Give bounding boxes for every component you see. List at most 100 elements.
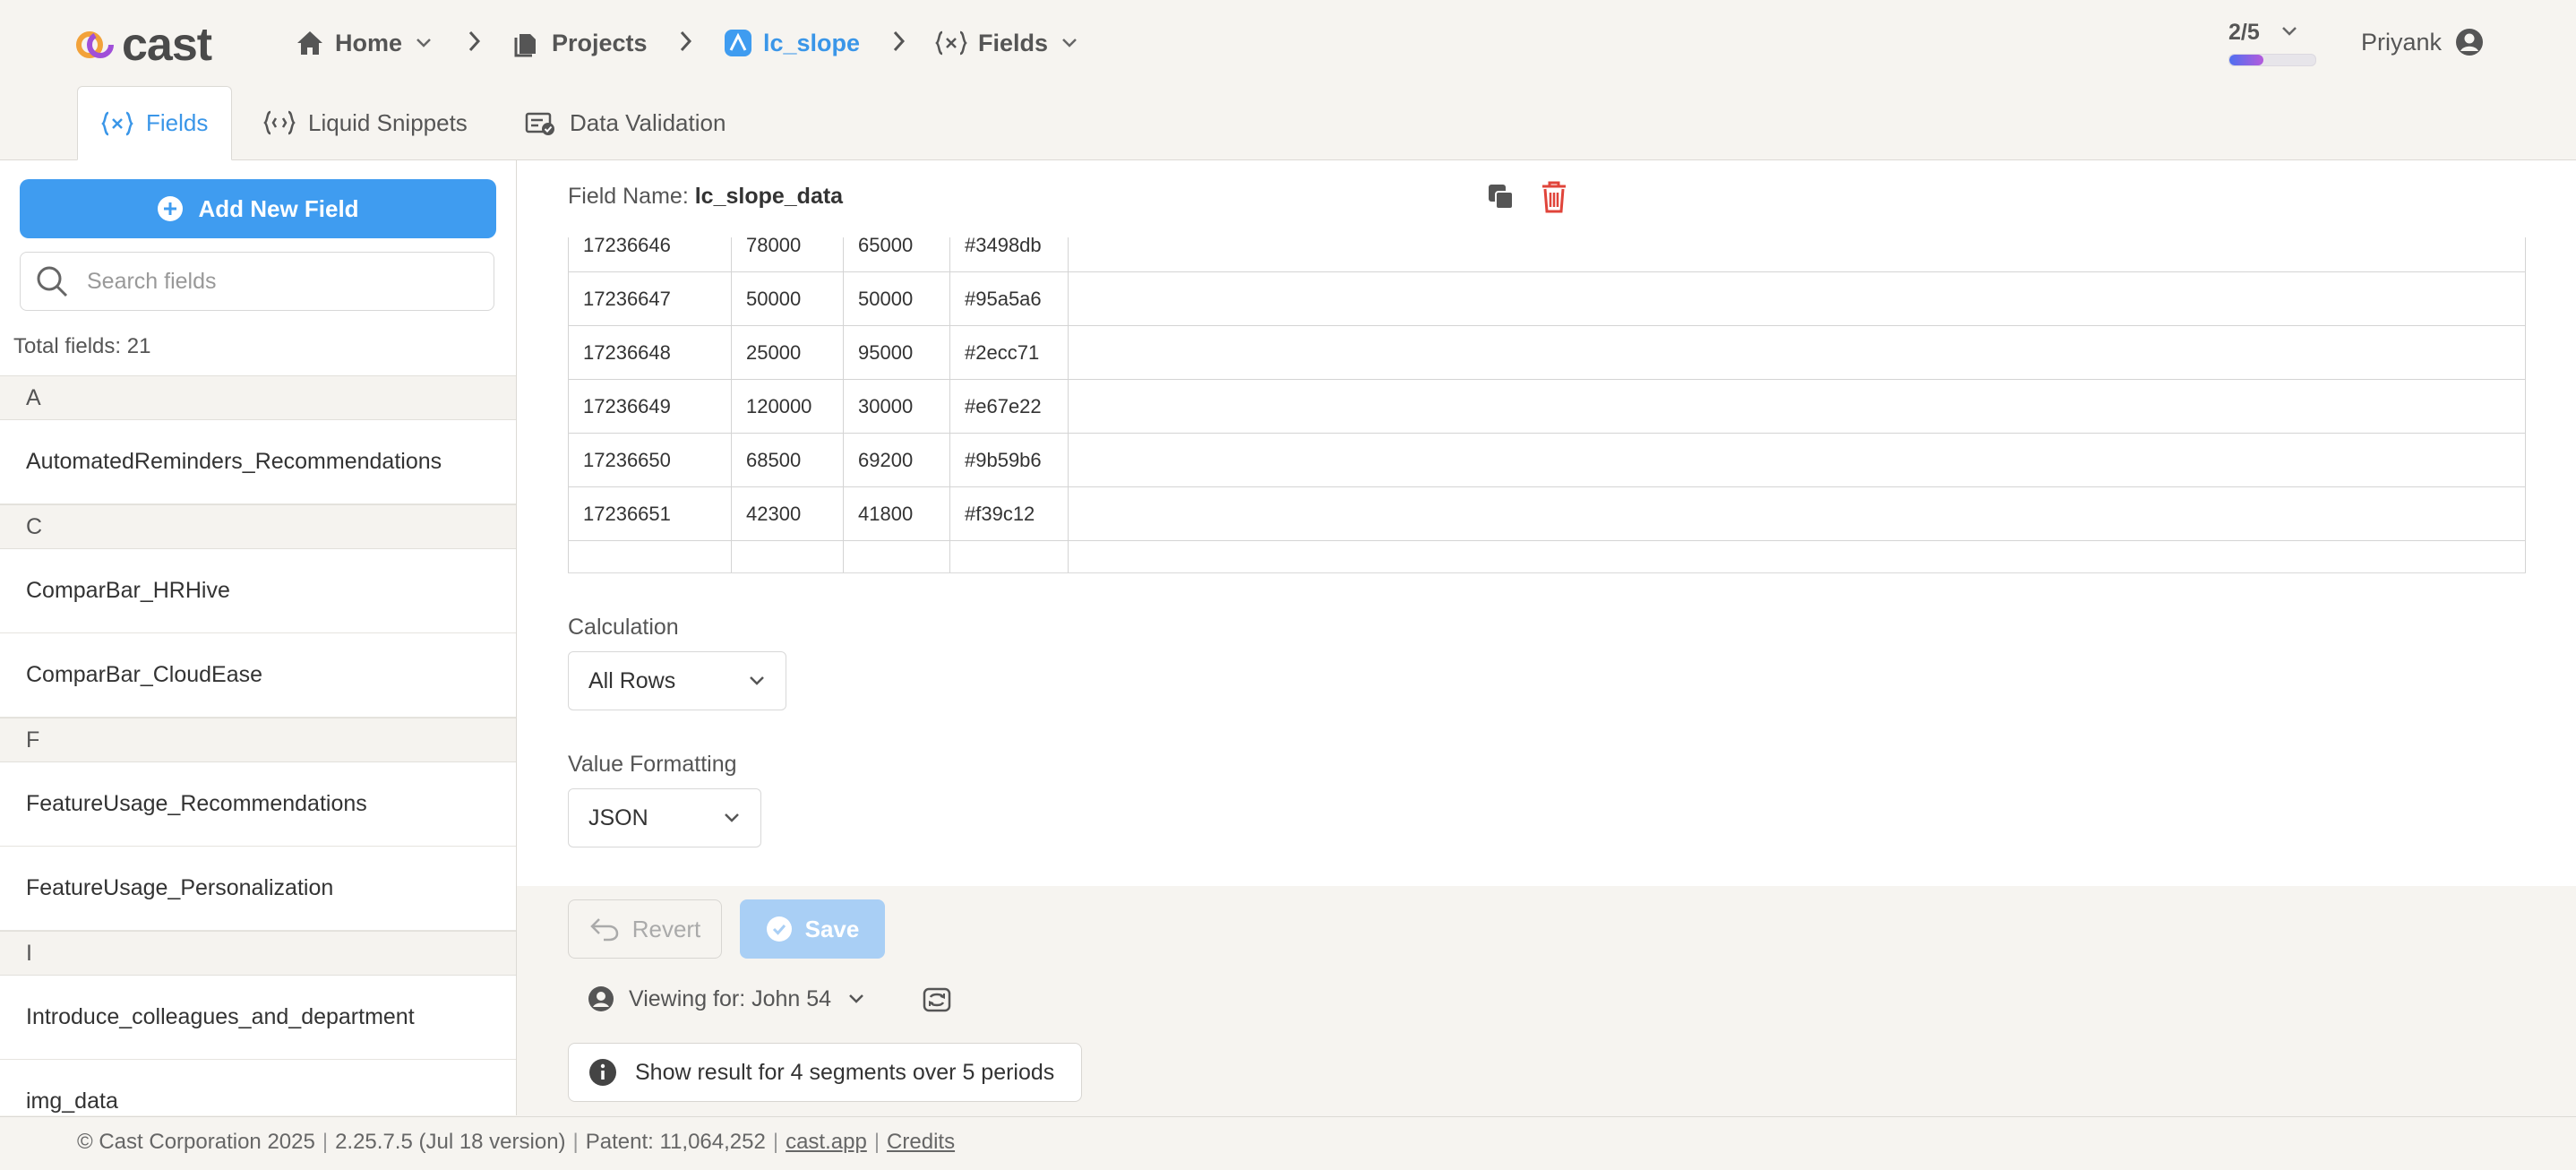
slope-icon xyxy=(725,30,751,56)
table-cell-empty xyxy=(1068,271,2526,326)
chevron-right-icon xyxy=(893,30,906,52)
field-list-item[interactable]: AutomatedReminders_Recommendations xyxy=(0,420,516,504)
search-input[interactable] xyxy=(85,267,483,296)
breadcrumb-home[interactable]: Home xyxy=(296,23,443,63)
table-cell[interactable]: 120000 xyxy=(731,379,844,434)
breadcrumb-project-lc-slope[interactable]: lc_slope xyxy=(724,23,860,63)
table-cell[interactable]: 41800 xyxy=(843,486,950,541)
table-cell[interactable]: 50000 xyxy=(843,271,950,326)
footer-credits-link[interactable]: Credits xyxy=(887,1130,955,1155)
table-row: 17236650 68500 69200 #9b59b6 xyxy=(568,433,2526,487)
search-icon xyxy=(37,266,68,297)
table-cell[interactable]: 17236648 xyxy=(568,325,732,380)
chevron-down-icon xyxy=(725,813,739,822)
table-cell-empty xyxy=(1068,237,2526,272)
table-cell-empty xyxy=(1068,540,2526,572)
field-list-item[interactable]: Introduce_colleagues_and_department xyxy=(0,976,516,1060)
field-list-item[interactable]: FeatureUsage_Recommendations xyxy=(0,762,516,847)
chevron-down-icon xyxy=(416,39,431,47)
table-cell-empty xyxy=(843,540,950,572)
footer-separator: | xyxy=(322,1129,329,1154)
undo-icon xyxy=(589,918,618,942)
onboarding-progress[interactable]: 2/5 xyxy=(2228,20,2316,66)
chevron-right-icon xyxy=(680,30,692,52)
table-cell[interactable]: 42300 xyxy=(731,486,844,541)
table-cell-empty xyxy=(731,540,844,572)
field-list-item[interactable]: ComparBar_CloudEase xyxy=(0,633,516,718)
field-name-label: Field Name: xyxy=(568,184,689,209)
breadcrumb-fields[interactable]: Fields xyxy=(935,23,1089,63)
table-cell[interactable]: 50000 xyxy=(731,271,844,326)
table-cell[interactable]: #95a5a6 xyxy=(949,271,1069,326)
table-row: 17236647 50000 50000 #95a5a6 xyxy=(568,271,2526,326)
table-cell[interactable]: 68500 xyxy=(731,433,844,487)
projects-icon xyxy=(514,34,536,57)
table-cell-empty xyxy=(1068,433,2526,487)
tab-data-validation-label: Data Validation xyxy=(570,108,726,136)
progress-fill xyxy=(2229,55,2264,65)
breadcrumb-projects[interactable]: Projects xyxy=(514,23,648,63)
footer-patent: Patent: 11,064,252 xyxy=(585,1129,766,1154)
plus-circle-icon xyxy=(158,196,184,221)
table-cell[interactable]: 17236646 xyxy=(568,237,732,272)
value-formatting-dropdown[interactable]: JSON xyxy=(568,788,761,847)
group-header-a: A xyxy=(0,375,516,420)
table-cell[interactable]: #f39c12 xyxy=(949,486,1069,541)
table-row: 17236651 42300 41800 #f39c12 xyxy=(568,486,2526,541)
tab-liquid-snippets[interactable]: Liquid Snippets xyxy=(240,86,491,159)
tab-fields-label: Fields xyxy=(146,109,209,136)
tab-data-validation[interactable]: Data Validation xyxy=(502,86,749,159)
field-name: Field Name: lc_slope_data xyxy=(568,184,843,210)
table-cell[interactable]: 30000 xyxy=(843,379,950,434)
field-list-item[interactable]: FeatureUsage_Personalization xyxy=(0,847,516,931)
delete-icon[interactable] xyxy=(1540,180,1568,214)
refresh-icon[interactable] xyxy=(921,984,953,1016)
chevron-down-icon xyxy=(2282,27,2297,36)
variable-icon xyxy=(101,111,133,135)
table-cell[interactable]: #3498db xyxy=(949,237,1069,272)
table-cell[interactable]: 17236649 xyxy=(568,379,732,434)
revert-label: Revert xyxy=(631,915,701,942)
home-icon xyxy=(297,31,322,55)
table-cell-empty xyxy=(1068,325,2526,380)
chevron-down-icon xyxy=(1062,39,1077,47)
table-cell[interactable]: #9b59b6 xyxy=(949,433,1069,487)
table-cell[interactable]: 17236650 xyxy=(568,433,732,487)
user-menu[interactable]: Priyank xyxy=(2361,27,2485,57)
search-fields[interactable] xyxy=(20,252,494,311)
table-cell-empty xyxy=(949,540,1069,572)
table-cell[interactable]: 17236647 xyxy=(568,271,732,326)
table-cell[interactable]: 95000 xyxy=(843,325,950,380)
chevron-down-icon xyxy=(849,994,863,1003)
table-cell[interactable]: 65000 xyxy=(843,237,950,272)
viewing-for-selector[interactable]: Viewing for: John 54 xyxy=(588,985,865,1012)
add-new-field-button[interactable]: Add New Field xyxy=(20,179,496,238)
value-formatting-label: Value Formatting xyxy=(568,752,737,777)
table-cell[interactable]: 69200 xyxy=(843,433,950,487)
save-button[interactable]: Save xyxy=(740,899,885,959)
cast-logo[interactable]: cast xyxy=(75,18,212,72)
calculation-dropdown[interactable]: All Rows xyxy=(568,651,786,710)
copy-icon[interactable] xyxy=(1486,182,1516,212)
field-list-item[interactable]: ComparBar_HRHive xyxy=(0,549,516,633)
segments-periods-button[interactable]: Show result for 4 segments over 5 period… xyxy=(568,1043,1082,1102)
field-editor: Field Name: lc_slope_data 17236646 78000 6… xyxy=(517,160,2576,886)
breadcrumb-project-label: lc_slope xyxy=(763,29,861,56)
revert-button[interactable]: Revert xyxy=(568,899,722,959)
breadcrumb-projects-label: Projects xyxy=(552,29,648,56)
viewing-for-label: Viewing for: John 54 xyxy=(629,985,832,1011)
tab-fields[interactable]: Fields xyxy=(77,86,233,160)
group-header-c: C xyxy=(0,504,516,549)
table-cell[interactable]: 17236651 xyxy=(568,486,732,541)
table-cell[interactable]: 25000 xyxy=(731,325,844,380)
field-list-item[interactable]: img_data xyxy=(0,1060,516,1115)
field-list: A AutomatedReminders_Recommendations C C… xyxy=(0,375,516,1115)
table-cell[interactable]: #2ecc71 xyxy=(949,325,1069,380)
cast-logo-icon xyxy=(76,31,114,58)
validation-icon xyxy=(525,112,554,135)
table-cell[interactable]: #e67e22 xyxy=(949,379,1069,434)
table-cell[interactable]: 78000 xyxy=(731,237,844,272)
user-avatar-icon xyxy=(2456,29,2484,56)
chevron-right-icon xyxy=(468,30,481,52)
footer-site-link[interactable]: cast.app xyxy=(786,1130,867,1155)
